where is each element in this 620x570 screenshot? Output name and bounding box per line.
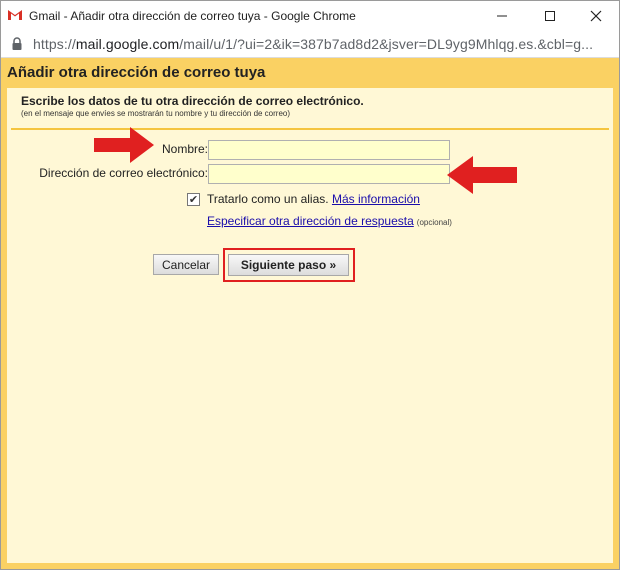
maximize-button[interactable] bbox=[527, 1, 573, 31]
form-subtitle: Escribe los datos de tu otra dirección d… bbox=[21, 94, 364, 108]
name-label: Nombre: bbox=[161, 142, 208, 156]
url-path: /mail/u/1/?ui=2&ik=387b7ad8d2&jsver=DL9y… bbox=[179, 36, 594, 52]
email-input[interactable] bbox=[209, 165, 449, 183]
more-info-link[interactable]: Más información bbox=[332, 192, 420, 206]
cancel-button[interactable]: Cancelar bbox=[153, 254, 219, 275]
title-bar: Gmail - Añadir otra dirección de correo … bbox=[1, 1, 619, 31]
form-note: (en el mensaje que envíes se mostrarán t… bbox=[21, 109, 291, 118]
reply-to-link[interactable]: Especificar otra dirección de respuesta bbox=[207, 214, 414, 228]
url-scheme: https:// bbox=[33, 36, 76, 52]
url-text[interactable]: https://mail.google.com/mail/u/1/?ui=2&i… bbox=[33, 36, 593, 52]
annotation-arrow-left-icon bbox=[447, 156, 517, 194]
optional-label: (opcional) bbox=[416, 218, 452, 227]
annotation-arrow-right-icon bbox=[94, 127, 154, 163]
checkmark-icon: ✔ bbox=[188, 194, 199, 206]
lock-icon bbox=[12, 37, 22, 50]
reply-to-row: Especificar otra dirección de respuesta(… bbox=[207, 214, 452, 228]
maximize-icon bbox=[545, 11, 555, 21]
name-input[interactable] bbox=[209, 141, 449, 159]
name-field[interactable] bbox=[208, 140, 450, 160]
alias-label: Tratarlo como un alias. bbox=[207, 192, 329, 206]
browser-window: Gmail - Añadir otra dirección de correo … bbox=[0, 0, 620, 570]
email-label: Dirección de correo electrónico: bbox=[39, 166, 208, 180]
address-bar[interactable]: https://mail.google.com/mail/u/1/?ui=2&i… bbox=[1, 31, 619, 58]
alias-row: Tratarlo como un alias. Más información bbox=[207, 192, 420, 206]
email-field[interactable] bbox=[208, 164, 450, 184]
alias-checkbox[interactable]: ✔ bbox=[187, 193, 200, 206]
next-step-button[interactable]: Siguiente paso » bbox=[228, 254, 349, 276]
minimize-icon bbox=[497, 15, 507, 17]
gmail-logo-icon bbox=[7, 9, 23, 21]
dialog-header: Añadir otra dirección de correo tuya bbox=[1, 58, 619, 88]
window-title: Gmail - Añadir otra dirección de correo … bbox=[29, 9, 356, 23]
url-host: mail.google.com bbox=[75, 36, 180, 52]
close-button[interactable] bbox=[573, 1, 619, 31]
minimize-button[interactable] bbox=[479, 1, 525, 31]
close-icon bbox=[590, 10, 602, 22]
dialog-title: Añadir otra dirección de correo tuya bbox=[7, 64, 266, 81]
